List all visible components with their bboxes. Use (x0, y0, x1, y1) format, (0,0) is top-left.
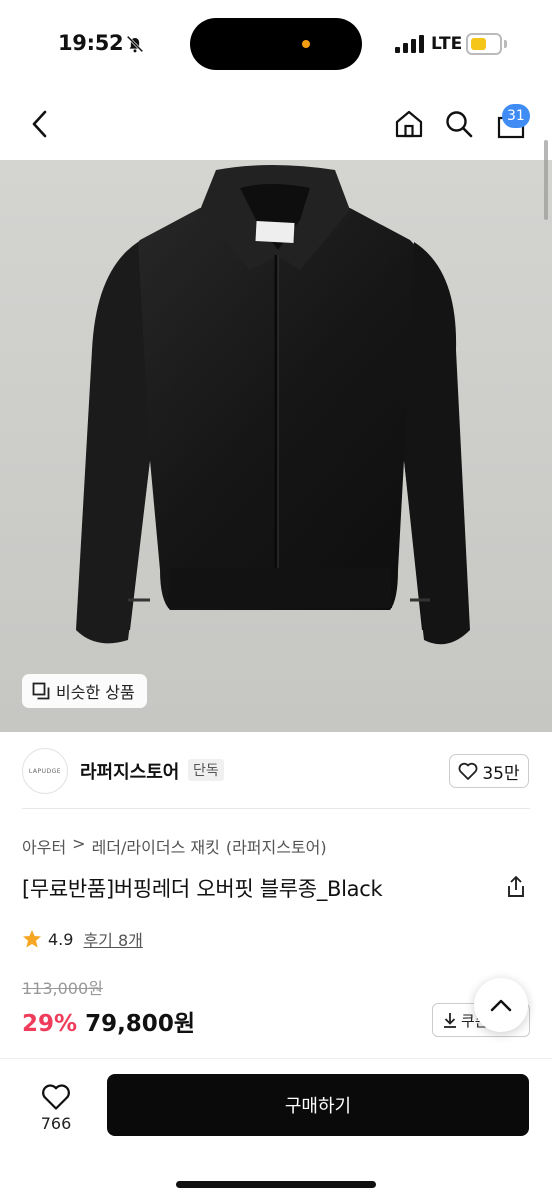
heart-icon (458, 762, 478, 780)
battery-tip (504, 40, 507, 48)
privacy-indicator-dot (302, 40, 310, 48)
seller-logo-text: LAPUDGE (28, 767, 62, 775)
exclusive-badge: 단독 (188, 759, 224, 781)
cart-count-badge: 31 (502, 104, 530, 128)
seller-like-button[interactable]: 35만 (449, 754, 529, 788)
product-image[interactable]: 비슷한 상품 (0, 160, 552, 732)
signal-icon (395, 35, 424, 53)
review-link[interactable]: 후기 8개 (83, 927, 142, 951)
wishlist-button[interactable]: 766 (22, 1075, 90, 1141)
share-button[interactable] (503, 874, 529, 900)
breadcrumb-item[interactable]: 레더/라이더스 재킷 (92, 834, 220, 858)
breadcrumb-separator: > (72, 834, 86, 853)
buy-button[interactable]: 구매하기 (107, 1074, 529, 1136)
status-bar: 19:52 LTE (0, 0, 552, 90)
scroll-indicator (544, 140, 548, 220)
battery-icon (466, 33, 502, 55)
home-button[interactable] (390, 105, 428, 143)
share-icon (508, 876, 524, 897)
product-title: [무료반품]버핑레더 오버핏 블루종_Black (22, 877, 383, 901)
overlap-squares-icon (32, 682, 50, 700)
sale-price: 79,800원 (85, 1011, 195, 1037)
chevron-left-icon (32, 110, 47, 138)
silent-bell-icon (126, 35, 144, 53)
breadcrumb-item[interactable]: (라퍼지스토어) (226, 834, 327, 858)
seller-logo[interactable]: LAPUDGE (22, 748, 68, 794)
seller-name[interactable]: 라퍼지스토어 (80, 758, 179, 784)
seller-like-count: 35만 (482, 763, 520, 784)
search-icon (446, 111, 473, 138)
dynamic-island (190, 18, 362, 70)
seller-row: LAPUDGE 라퍼지스토어 단독 35만 (0, 732, 552, 808)
wishlist-count: 766 (40, 1114, 72, 1133)
download-icon (444, 1013, 456, 1028)
discount-rate: 29% (22, 1011, 78, 1037)
top-navigation (0, 90, 552, 160)
back-button[interactable] (22, 106, 58, 142)
similar-products-label: 비슷한 상품 (56, 683, 135, 702)
bottom-action-bar: 766 구매하기 (0, 1058, 552, 1200)
similar-products-button[interactable]: 비슷한 상품 (22, 674, 147, 708)
breadcrumb: 아우터 > 레더/라이더스 재킷 (라퍼지스토어) (22, 834, 327, 858)
divider (22, 808, 530, 809)
scroll-to-top-button[interactable] (474, 978, 528, 1032)
network-label: LTE (431, 34, 463, 54)
price-row: 29% 79,800원 (22, 1004, 195, 1038)
home-icon (395, 110, 423, 138)
battery-fill (471, 38, 486, 50)
home-indicator (176, 1181, 376, 1188)
status-time: 19:52 (58, 31, 124, 55)
rating-row: 4.9 후기 8개 (22, 927, 143, 951)
rating-value: 4.9 (48, 929, 74, 949)
heart-icon (42, 1084, 70, 1110)
original-price: 113,000원 (22, 979, 103, 998)
chevron-up-icon (490, 999, 512, 1012)
leather-jacket-image (0, 160, 552, 732)
breadcrumb-item[interactable]: 아우터 (22, 834, 66, 858)
search-button[interactable] (440, 105, 478, 143)
star-icon (23, 930, 41, 948)
